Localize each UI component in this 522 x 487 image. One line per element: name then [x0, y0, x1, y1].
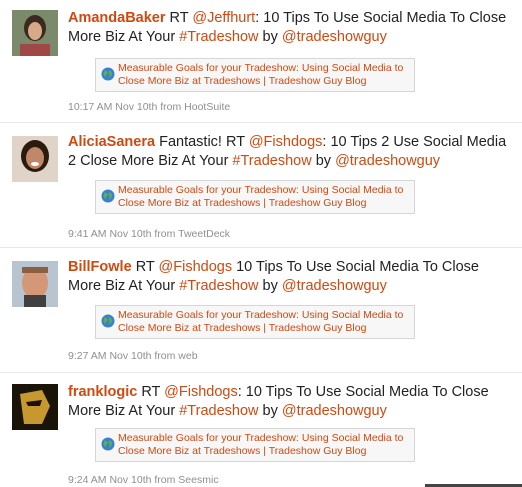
tweet-username[interactable]: AmandaBaker — [68, 10, 166, 26]
tweet-username[interactable]: AliciaSanera — [68, 134, 155, 150]
link-preview-card[interactable]: Measurable Goals for your Tradeshow: Usi… — [95, 180, 415, 214]
retweet-prefix: RT — [169, 10, 189, 26]
link-preview-card[interactable]: Measurable Goals for your Tradeshow: Usi… — [95, 305, 415, 339]
author-link[interactable]: @tradeshowguy — [282, 403, 387, 419]
tweet-timestamp[interactable]: 10:17 AM Nov 10th from HootSuite — [68, 101, 230, 113]
avatar[interactable] — [12, 384, 58, 430]
link-preview-card[interactable]: Measurable Goals for your Tradeshow: Usi… — [95, 428, 415, 462]
author-link[interactable]: @tradeshowguy — [282, 29, 387, 45]
tweet-item: AmandaBaker RT @Jeffhurt: 10 Tips To Use… — [0, 0, 522, 123]
hashtag-link[interactable]: #Tradeshow — [179, 278, 258, 294]
tweet-text: AmandaBaker RT @Jeffhurt: 10 Tips To Use… — [68, 9, 514, 47]
author-link[interactable]: @tradeshowguy — [282, 278, 387, 294]
author-link[interactable]: @tradeshowguy — [335, 153, 440, 169]
tweet-username[interactable]: franklogic — [68, 384, 137, 400]
avatar-image — [12, 384, 58, 430]
avatar[interactable] — [12, 10, 58, 56]
avatar-image — [12, 261, 58, 307]
tweet-text: franklogic RT @Fishdogs: 10 Tips To Use … — [68, 383, 514, 421]
mention-link[interactable]: @Fishdogs — [164, 384, 238, 400]
mention-link[interactable]: @Fishdogs — [159, 259, 233, 275]
tweet-body-by: by — [311, 153, 336, 169]
tweet-timestamp[interactable]: 9:27 AM Nov 10th from web — [68, 350, 198, 362]
tweet-body-by: by — [258, 278, 282, 294]
globe-icon — [101, 314, 115, 328]
globe-icon — [101, 189, 115, 203]
tweet-text: AliciaSanera Fantastic! RT @Fishdogs: 10… — [68, 133, 514, 171]
retweet-prefix: RT — [135, 259, 155, 275]
avatar-image — [12, 10, 58, 56]
mention-link[interactable]: @Fishdogs — [249, 134, 323, 150]
tweet-timestamp[interactable]: 9:24 AM Nov 10th from Seesmic — [68, 474, 219, 486]
globe-icon — [101, 67, 115, 81]
link-preview-title[interactable]: Measurable Goals for your Tradeshow: Usi… — [118, 62, 410, 88]
link-preview-title[interactable]: Measurable Goals for your Tradeshow: Usi… — [118, 309, 410, 335]
mention-link[interactable]: @Jeffhurt — [192, 10, 255, 26]
avatar[interactable] — [12, 261, 58, 307]
hashtag-link[interactable]: #Tradeshow — [179, 403, 258, 419]
avatar-image — [12, 136, 58, 182]
tweet-body-by: by — [258, 403, 282, 419]
tweet-item: franklogic RT @Fishdogs: 10 Tips To Use … — [0, 374, 522, 487]
tweet-item: AliciaSanera Fantastic! RT @Fishdogs: 10… — [0, 124, 522, 248]
tweet-body-by: by — [258, 29, 282, 45]
tweet-text: BillFowle RT @Fishdogs 10 Tips To Use So… — [68, 258, 514, 296]
link-preview-card[interactable]: Measurable Goals for your Tradeshow: Usi… — [95, 58, 415, 92]
link-preview-title[interactable]: Measurable Goals for your Tradeshow: Usi… — [118, 432, 410, 458]
retweet-prefix: Fantastic! RT — [159, 134, 245, 150]
link-preview-title[interactable]: Measurable Goals for your Tradeshow: Usi… — [118, 184, 410, 210]
tweet-feed: AmandaBaker RT @Jeffhurt: 10 Tips To Use… — [0, 0, 522, 487]
tweet-username[interactable]: BillFowle — [68, 259, 132, 275]
tweet-item: BillFowle RT @Fishdogs 10 Tips To Use So… — [0, 249, 522, 373]
hashtag-link[interactable]: #Tradeshow — [179, 29, 258, 45]
globe-icon — [101, 437, 115, 451]
tweet-timestamp[interactable]: 9:41 AM Nov 10th from TweetDeck — [68, 228, 230, 240]
retweet-prefix: RT — [141, 384, 161, 400]
avatar[interactable] — [12, 136, 58, 182]
hashtag-link[interactable]: #Tradeshow — [232, 153, 311, 169]
